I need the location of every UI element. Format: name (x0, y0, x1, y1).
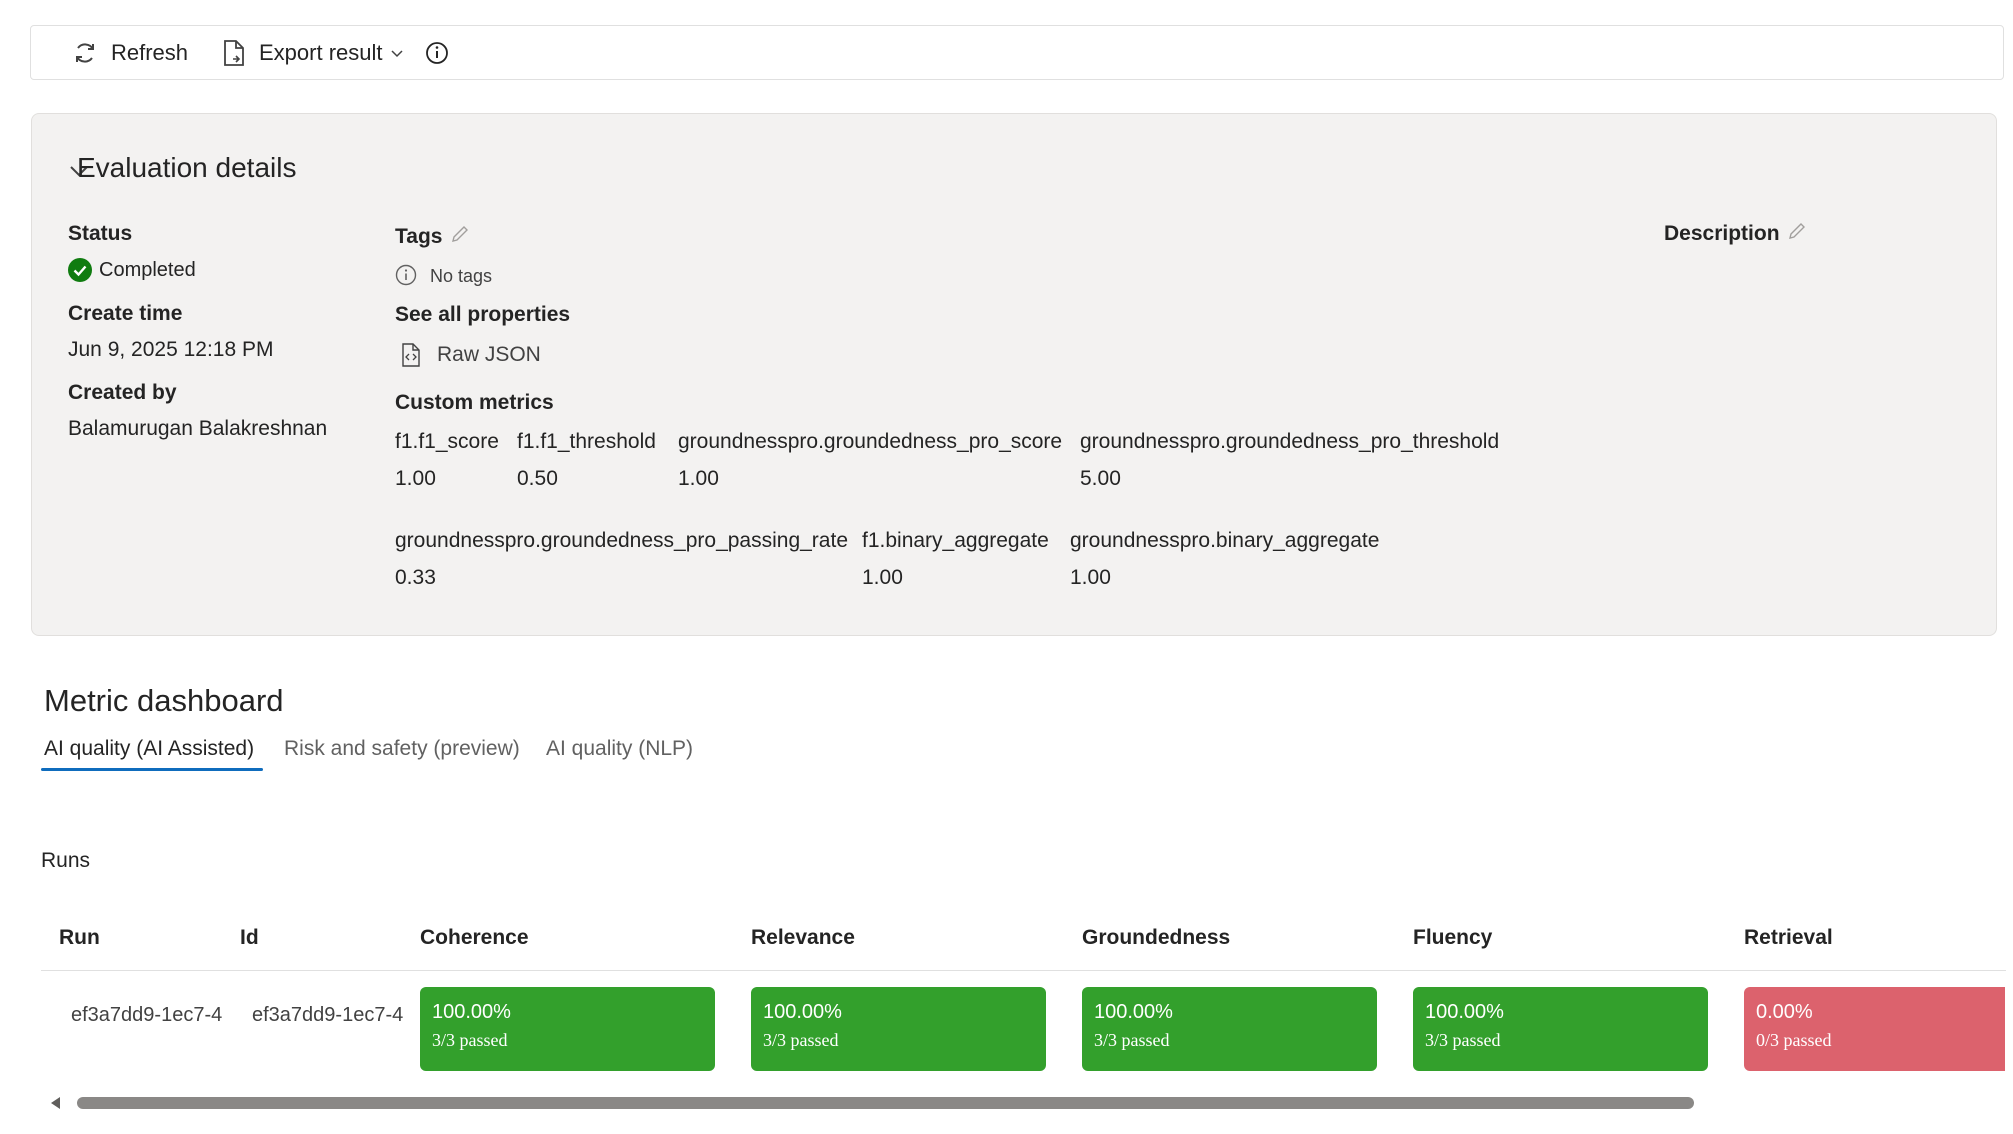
metric-value: 1.00 (862, 566, 903, 589)
coherence-score-tile[interactable]: 100.00% 3/3 passed (420, 987, 715, 1071)
info-icon (395, 264, 417, 286)
edit-description-icon[interactable] (1787, 221, 1807, 241)
metric-value: 1.00 (1070, 566, 1111, 589)
create-time-label: Create time (68, 302, 183, 325)
passed-count: 3/3 passed (1425, 1030, 1501, 1050)
raw-json-label: Raw JSON (437, 343, 541, 366)
horizontal-scrollbar[interactable] (41, 1095, 2006, 1111)
no-tags-text: No tags (430, 266, 493, 286)
column-header-relevance[interactable]: Relevance (751, 926, 855, 950)
see-all-properties-label: See all properties (395, 303, 571, 326)
refresh-button[interactable]: Refresh (71, 26, 188, 79)
metric-name: f1.binary_aggregate (862, 529, 1049, 552)
table-header-divider (41, 970, 2006, 971)
fluency-score-tile[interactable]: 100.00% 3/3 passed (1413, 987, 1708, 1071)
raw-json-link[interactable]: Raw JSON (400, 342, 541, 368)
description-label: Description (1664, 222, 1780, 245)
passed-count: 3/3 passed (1094, 1030, 1170, 1050)
created-by-value: Balamurugan Balakreshnan (68, 417, 328, 440)
tab-risk-and-safety[interactable]: Risk and safety (preview) (284, 737, 520, 761)
evaluation-details-title: Evaluation details (77, 152, 297, 183)
groundedness-score-tile[interactable]: 100.00% 3/3 passed (1082, 987, 1377, 1071)
success-check-icon (68, 258, 92, 282)
metric-dashboard-title: Metric dashboard (44, 683, 284, 718)
passed-count: 0/3 passed (1756, 1030, 1832, 1050)
info-icon (426, 41, 448, 64)
status-label: Status (68, 222, 133, 245)
metric-name: groundnesspro.binary_aggregate (1070, 529, 1380, 552)
column-header-retrieval[interactable]: Retrieval (1744, 926, 1833, 950)
column-header-id[interactable]: Id (240, 926, 259, 950)
metric-value: 1.00 (395, 467, 436, 490)
status-value: Completed (99, 259, 196, 281)
refresh-label: Refresh (111, 39, 189, 65)
passed-count: 3/3 passed (432, 1030, 508, 1050)
create-time-value: Jun 9, 2025 12:18 PM (68, 338, 274, 361)
export-result-label: Export result (259, 39, 383, 65)
info-button[interactable] (424, 26, 462, 79)
score-percent: 100.00% (1425, 1001, 1504, 1023)
metric-name: f1.f1_threshold (517, 430, 656, 453)
score-percent: 100.00% (432, 1001, 511, 1023)
score-percent: 0.00% (1756, 1001, 1813, 1023)
score-percent: 100.00% (1094, 1001, 1173, 1023)
metric-value: 0.50 (517, 467, 558, 490)
run-cell[interactable]: ef3a7dd9-1ec7-4 (71, 1004, 223, 1027)
metric-name: groundnesspro.groundedness_pro_threshold (1080, 430, 1500, 453)
scroll-left-arrow-icon[interactable] (51, 1097, 60, 1109)
custom-metrics-label: Custom metrics (395, 391, 554, 414)
command-bar: Refresh Export result (30, 25, 2004, 80)
metric-value: 5.00 (1080, 467, 1121, 490)
scrollbar-thumb[interactable] (77, 1097, 1694, 1109)
relevance-score-tile[interactable]: 100.00% 3/3 passed (751, 987, 1046, 1071)
metric-name: f1.f1_score (395, 430, 499, 453)
metric-value: 1.00 (678, 467, 719, 490)
tags-label: Tags (395, 225, 443, 248)
export-result-button[interactable]: Export result (221, 26, 403, 79)
column-header-groundedness[interactable]: Groundedness (1082, 926, 1230, 950)
retrieval-score-tile[interactable]: 0.00% 0/3 passed (1744, 987, 2005, 1071)
id-cell[interactable]: ef3a7dd9-1ec7-4 (252, 1004, 404, 1027)
document-export-icon (224, 39, 244, 66)
column-header-fluency[interactable]: Fluency (1413, 926, 1492, 950)
metric-name: groundnesspro.groundedness_pro_passing_r… (395, 529, 848, 552)
active-tab-indicator (41, 768, 263, 771)
code-file-icon (402, 343, 420, 367)
column-header-run[interactable]: Run (59, 926, 100, 950)
metric-value: 0.33 (395, 566, 436, 589)
column-header-coherence[interactable]: Coherence (420, 926, 529, 950)
metric-name: groundnesspro.groundedness_pro_score (678, 430, 1063, 453)
refresh-icon (76, 42, 94, 63)
created-by-label: Created by (68, 381, 177, 404)
score-percent: 100.00% (763, 1001, 842, 1023)
tab-ai-quality-ai-assisted[interactable]: AI quality (AI Assisted) (44, 737, 254, 761)
edit-tags-icon[interactable] (450, 224, 470, 244)
evaluation-details-card (31, 113, 1997, 636)
passed-count: 3/3 passed (763, 1030, 839, 1050)
chevron-down-icon (390, 49, 403, 57)
tab-ai-quality-nlp[interactable]: AI quality (NLP) (546, 737, 693, 761)
runs-title: Runs (41, 849, 91, 872)
